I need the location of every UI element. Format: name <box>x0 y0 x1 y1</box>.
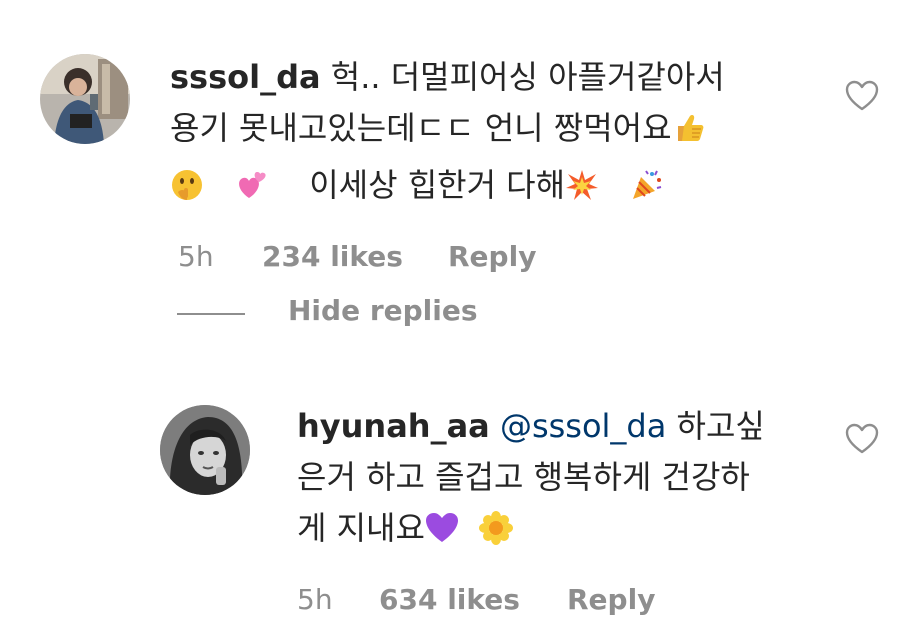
hide-replies-label: Hide replies <box>288 294 478 327</box>
like-heart-icon[interactable] <box>845 423 879 459</box>
reply-hyunah-aa: hyunah_aa @sssol_da 하고싶 은거 하고 즐겁고 행복하게 건… <box>0 380 898 634</box>
comment-sssol-da: sssol_da 헉.. 더멀피어싱 아플거같아서 용기 못내고있는데ㄷㄷ 언니… <box>0 0 898 290</box>
comment-time[interactable]: 5h <box>178 240 214 273</box>
like-heart-icon[interactable] <box>845 80 879 116</box>
comment-line-2: 용기 못내고있는데ㄷㄷ 언니 짱먹어요 <box>170 109 672 147</box>
reply-line-1: 하고싶 <box>676 407 765 445</box>
reply-username[interactable]: hyunah_aa <box>297 407 490 445</box>
collision-icon <box>565 166 599 217</box>
shushing-face-icon <box>170 166 204 217</box>
comment-line-1: 헉.. 더멀피어싱 아플거같아서 <box>330 58 725 96</box>
reply-time[interactable]: 5h <box>297 583 333 616</box>
purple-heart-icon <box>425 509 459 560</box>
reply-meta: 5h 634 likes Reply <box>297 583 697 619</box>
hide-replies-divider <box>177 313 245 315</box>
reply-likes[interactable]: 634 likes <box>379 583 520 616</box>
thumbs-up-icon <box>672 109 706 160</box>
reply-line-2: 은거 하고 즐겁고 행복하게 건강하 <box>297 458 750 496</box>
reply-line-3: 게 지내요 <box>297 509 425 547</box>
avatar-sssol-da[interactable] <box>40 54 130 144</box>
two-hearts-icon <box>235 166 269 217</box>
comment-text: sssol_da 헉.. 더멀피어싱 아플거같아서 용기 못내고있는데ㄷㄷ 언니… <box>170 52 820 217</box>
comment-reply-button[interactable]: Reply <box>448 240 536 273</box>
blossom-icon <box>479 509 514 560</box>
comment-line-3: 이세상 힙한거 다해 <box>309 166 566 204</box>
comment-likes[interactable]: 234 likes <box>262 240 403 273</box>
avatar-hyunah-aa[interactable] <box>160 405 250 495</box>
avatar-photo <box>160 405 250 495</box>
reply-mention-link[interactable]: @sssol_da <box>500 407 666 445</box>
comment-username[interactable]: sssol_da <box>170 58 321 96</box>
reply-reply-button[interactable]: Reply <box>567 583 655 616</box>
avatar-photo <box>40 54 130 144</box>
reply-text: hyunah_aa @sssol_da 하고싶 은거 하고 즐겁고 행복하게 건… <box>297 401 817 560</box>
party-popper-icon <box>630 166 664 217</box>
comment-meta: 5h 234 likes Reply <box>178 240 578 276</box>
